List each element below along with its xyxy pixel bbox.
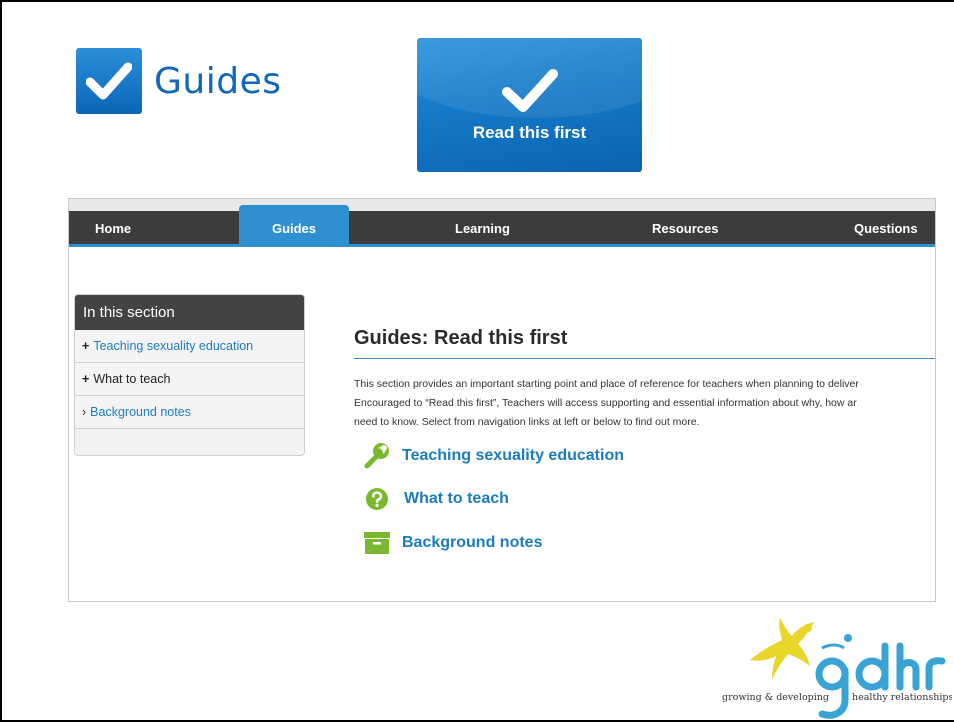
main-navbar: Home Guides Learning Resources Questions: [69, 205, 935, 247]
nav-questions[interactable]: Questions: [854, 211, 918, 247]
nav-resources[interactable]: Resources: [652, 211, 718, 247]
read-this-first-tile[interactable]: Read this first: [417, 38, 642, 172]
link-background-notes[interactable]: Background notes: [364, 531, 542, 555]
nav-guides[interactable]: Guides: [239, 205, 349, 247]
section-sidebar: In this section + Teaching sexuality educ…: [74, 294, 305, 456]
link-label: What to teach: [404, 490, 509, 507]
sidebar-item-label: Background notes: [90, 405, 191, 419]
checkmark-icon: [501, 69, 558, 112]
plus-icon: +: [82, 372, 90, 386]
archive-box-icon: [364, 532, 390, 554]
sidebar-item-what-to-teach[interactable]: + What to teach: [75, 363, 304, 396]
guides-title: Guides: [154, 60, 282, 102]
sidebar-title: In this section: [75, 295, 304, 330]
chevron-right-icon: ›: [82, 405, 87, 419]
plus-icon: +: [82, 339, 90, 353]
nav-home[interactable]: Home: [95, 211, 131, 247]
sidebar-item-background-notes[interactable]: › Background notes: [75, 396, 304, 429]
guides-heading: Guides: [76, 46, 281, 116]
page-title: Guides: Read this first: [354, 327, 568, 349]
link-label: Teaching sexuality education: [402, 447, 624, 464]
sidebar-item-teaching[interactable]: + Teaching sexuality education: [75, 330, 304, 363]
nav-learning[interactable]: Learning: [455, 211, 510, 247]
slide-frame: Guides Read this first Home Guides Learn…: [0, 0, 954, 722]
title-divider: [354, 358, 935, 359]
intro-line: Encouraged to “Read this first”, Teacher…: [354, 397, 857, 409]
intro-line: need to know. Select from navigation lin…: [354, 416, 700, 428]
intro-line: This section provides an important start…: [354, 378, 859, 390]
gdhr-logo: growing & developing healthy relationshi…: [722, 610, 953, 722]
intro-paragraph: This section provides an important start…: [354, 375, 935, 432]
question-icon: [366, 488, 388, 510]
sidebar-item-label: Teaching sexuality education: [93, 339, 254, 353]
logo-tagline-left: growing & developing: [722, 692, 829, 703]
link-label: Background notes: [402, 534, 543, 551]
website-screenshot: Home Guides Learning Resources Questions…: [68, 198, 936, 602]
sidebar-item-label: What to teach: [93, 372, 171, 386]
browser-top-strip: [69, 199, 935, 211]
checkmark-icon: [76, 48, 142, 114]
link-teaching-sexuality-education[interactable]: Teaching sexuality education: [364, 443, 624, 469]
wrench-icon: [364, 443, 389, 469]
read-this-first-label: Read this first: [472, 123, 587, 142]
link-what-to-teach[interactable]: What to teach: [364, 487, 509, 511]
logo-tagline-right: healthy relationships: [852, 692, 952, 703]
